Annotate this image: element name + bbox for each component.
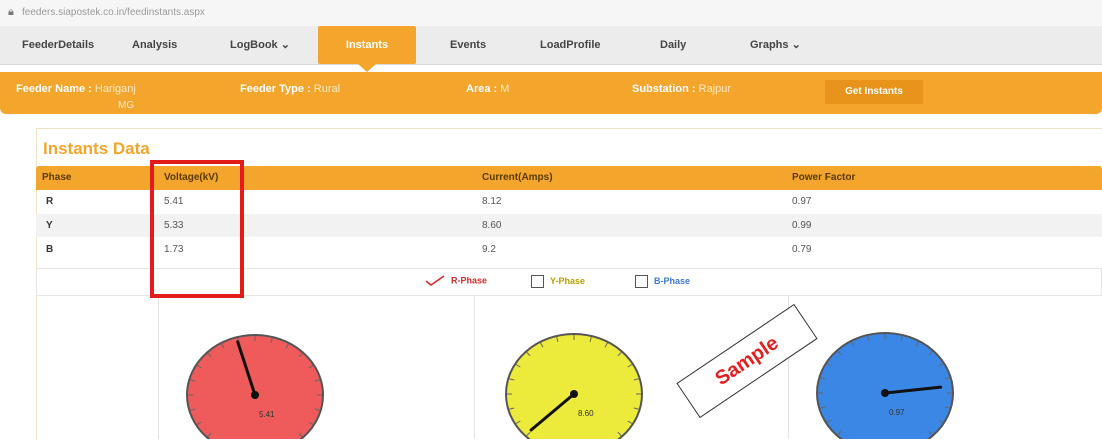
cell-current: 8.12 bbox=[482, 196, 502, 207]
gauge-hub bbox=[570, 390, 578, 398]
legend-label: R-Phase bbox=[451, 275, 488, 286]
feeder-name-value: Hariganj bbox=[94, 83, 136, 95]
feeder-name-value-cont: MG bbox=[118, 100, 135, 111]
gauge-value: 0.97 bbox=[889, 408, 905, 417]
gauge-r: 5.41 bbox=[186, 334, 324, 444]
gauge-dial bbox=[816, 332, 954, 444]
address-bar[interactable]: 🔒︎ feeders.siapostek.co.in/feedinstants.… bbox=[0, 0, 1102, 27]
legend-y-phase[interactable]: Y-Phase bbox=[531, 275, 585, 288]
header-power-factor: Power Factor bbox=[792, 172, 856, 183]
header-phase: Phase bbox=[42, 172, 72, 183]
substation-label: Substation : Rajpur bbox=[632, 83, 732, 95]
get-instants-button[interactable]: Get Instants bbox=[825, 80, 923, 104]
checkbox-icon bbox=[635, 275, 648, 288]
legend-r-phase[interactable]: R-Phase bbox=[425, 275, 487, 287]
feeder-info-bar: Feeder Name : Hariganj MG Feeder Type : … bbox=[0, 72, 1102, 114]
feeder-name-label: Feeder Name : Hariganj bbox=[16, 83, 136, 95]
legend-label: Y-Phase bbox=[550, 275, 586, 286]
nav-logbook[interactable]: LogBook ⌄ bbox=[230, 26, 290, 64]
gauge-dial bbox=[186, 334, 324, 444]
legend-b-phase[interactable]: B-Phase bbox=[635, 275, 690, 288]
gauge-area: 5.41 8.60 0.97 bbox=[36, 296, 1102, 444]
cell-phase: B bbox=[46, 244, 54, 255]
header-current: Current(Amps) bbox=[482, 172, 553, 183]
gauges-svg: 5.41 8.60 0.97 bbox=[186, 332, 954, 444]
nav-feeder-details[interactable]: FeederDetails bbox=[22, 26, 94, 64]
lock-icon: 🔒︎ bbox=[8, 6, 14, 18]
cell-power-factor: 0.97 bbox=[792, 196, 812, 207]
gauge-value: 8.60 bbox=[578, 409, 594, 418]
gauge-dial bbox=[505, 333, 643, 444]
legend-label: B-Phase bbox=[654, 275, 691, 286]
gauge-b: 0.97 bbox=[816, 332, 954, 444]
substation-value: Rajpur bbox=[698, 83, 732, 95]
cell-phase: R bbox=[46, 196, 54, 207]
nav-loadprofile[interactable]: LoadProfile bbox=[540, 26, 601, 64]
cell-power-factor: 0.79 bbox=[792, 244, 812, 255]
nav-instants[interactable]: Instants bbox=[318, 26, 416, 72]
cell-current: 8.60 bbox=[482, 220, 502, 231]
section-title: Instants Data bbox=[43, 139, 150, 158]
gauge-hub bbox=[881, 389, 889, 397]
checkmark-icon bbox=[425, 275, 445, 286]
url-text[interactable]: feeders.siapostek.co.in/feedinstants.asp… bbox=[22, 7, 205, 18]
cell-power-factor: 0.99 bbox=[792, 220, 812, 231]
top-nav: FeederDetails Analysis LogBook ⌄ Instant… bbox=[0, 26, 1102, 72]
cell-phase: Y bbox=[46, 220, 53, 231]
nav-analysis[interactable]: Analysis bbox=[132, 26, 177, 64]
nav-daily[interactable]: Daily bbox=[660, 26, 686, 64]
gauge-y: 8.60 bbox=[505, 333, 643, 444]
feeder-type-value: Rural bbox=[313, 83, 341, 95]
feeder-type-label: Feeder Type : Rural bbox=[240, 83, 341, 95]
area-value: M bbox=[500, 83, 510, 95]
nav-graphs[interactable]: Graphs ⌄ bbox=[750, 26, 801, 64]
gauge-value: 5.41 bbox=[259, 410, 275, 419]
area-label: Area : M bbox=[466, 83, 510, 95]
checkbox-icon bbox=[531, 275, 544, 288]
voltage-highlight-box bbox=[150, 160, 244, 298]
nav-events[interactable]: Events bbox=[450, 26, 486, 64]
gauge-hub bbox=[251, 391, 259, 399]
cell-current: 9.2 bbox=[482, 244, 496, 255]
